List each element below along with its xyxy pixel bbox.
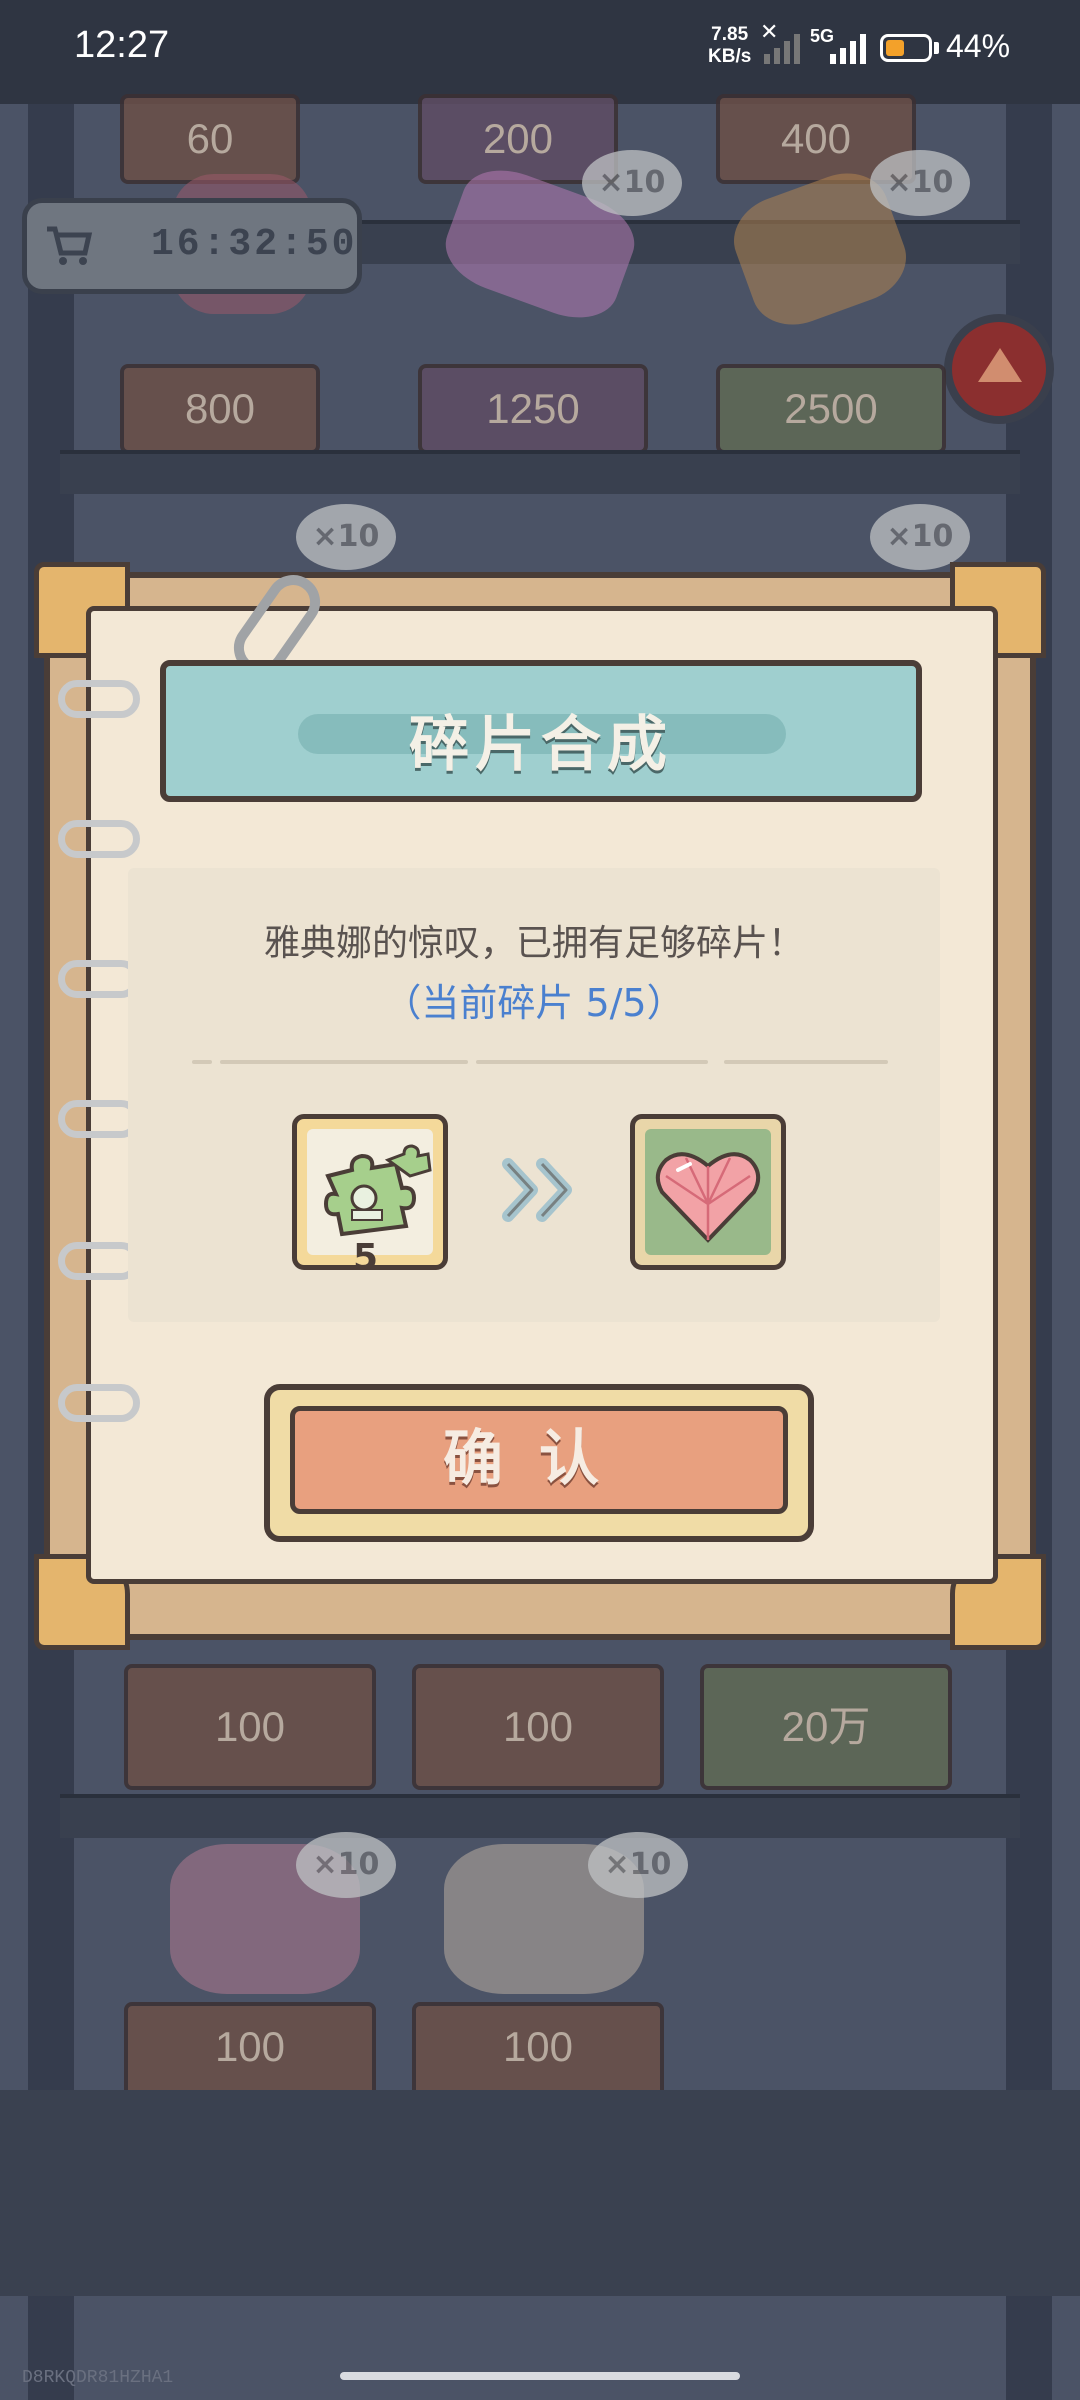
divider — [220, 1060, 468, 1064]
network-speed-unit: KB/s — [708, 46, 752, 67]
crate-price-9: 20万 — [700, 1664, 952, 1790]
quantity-bubble: ×10 — [296, 504, 396, 570]
timer-countdown: 16:32:50 — [151, 223, 358, 266]
divider — [192, 1060, 212, 1064]
shopping-cart-icon — [47, 226, 93, 265]
double-chevron-icon — [502, 1158, 572, 1222]
battery-percent: 44% — [946, 28, 1011, 64]
fragment-count: 5 — [353, 1237, 379, 1278]
restock-timer: 16:32:50 — [22, 198, 362, 294]
quantity-bubble: ×10 — [582, 150, 682, 216]
crate-price-1: 60 — [120, 94, 300, 184]
quantity-bubble: ×10 — [870, 150, 970, 216]
dialog-title: 碎片合成 — [409, 710, 673, 780]
heart-gem-icon — [655, 1152, 761, 1243]
shelf — [60, 450, 1020, 494]
quantity-bubble: ×10 — [588, 1832, 688, 1898]
divider — [476, 1060, 708, 1064]
binder-ring — [58, 820, 140, 858]
confirm-button-frame: 确认 — [264, 1384, 814, 1542]
home-indicator[interactable] — [340, 2372, 740, 2380]
battery-level-fill — [886, 40, 904, 56]
battery-tip — [934, 42, 939, 54]
crate-price-8: 100 — [412, 1664, 664, 1790]
crate-price-10: 100 — [124, 2002, 376, 2102]
shelf — [60, 1794, 1020, 1838]
result-item-slot[interactable] — [630, 1114, 786, 1270]
status-bar: 12:27 7.85 KB/s ✕ 5G 44% — [0, 0, 1080, 104]
scroll-up-button[interactable] — [944, 314, 1054, 424]
bottom-panel — [0, 2090, 1080, 2296]
quantity-bubble: ×10 — [870, 504, 970, 570]
divider — [724, 1060, 888, 1064]
confirm-button[interactable]: 确认 — [290, 1406, 788, 1514]
fragment-status: （当前碎片 5/5） — [383, 981, 685, 1025]
network-speed: 7.85 KB/s — [708, 24, 751, 68]
signal-strength-5g-icon — [830, 34, 866, 64]
battery-icon — [880, 34, 932, 62]
crate-price-6: 2500 — [716, 364, 946, 454]
network-speed-value: 7.85 — [711, 24, 749, 45]
clock: 12:27 — [74, 24, 170, 66]
synthesis-message: 雅典娜的惊叹，已拥有足够碎片！ — [263, 923, 804, 964]
binder-ring — [58, 680, 140, 718]
dialog-title-banner: 碎片合成 — [160, 660, 922, 802]
crate-price-11: 100 — [412, 2002, 664, 2102]
double-arrow-right-icon — [502, 1154, 582, 1240]
arrow-up-icon — [978, 348, 1022, 382]
watermark: D8RKQDR81HZHA1 — [22, 2368, 174, 2388]
signal-strength-icon — [764, 34, 800, 64]
quantity-bubble: ×10 — [296, 1832, 396, 1898]
crate-price-4: 800 — [120, 364, 320, 454]
synthesis-info-panel: 雅典娜的惊叹，已拥有足够碎片！ （当前碎片 5/5） 5 — [128, 868, 940, 1322]
source-fragment-slot[interactable]: 5 — [292, 1114, 448, 1278]
binder-ring — [58, 1384, 140, 1422]
crate-price-7: 100 — [124, 1664, 376, 1790]
crate-price-5: 1250 — [418, 364, 648, 454]
